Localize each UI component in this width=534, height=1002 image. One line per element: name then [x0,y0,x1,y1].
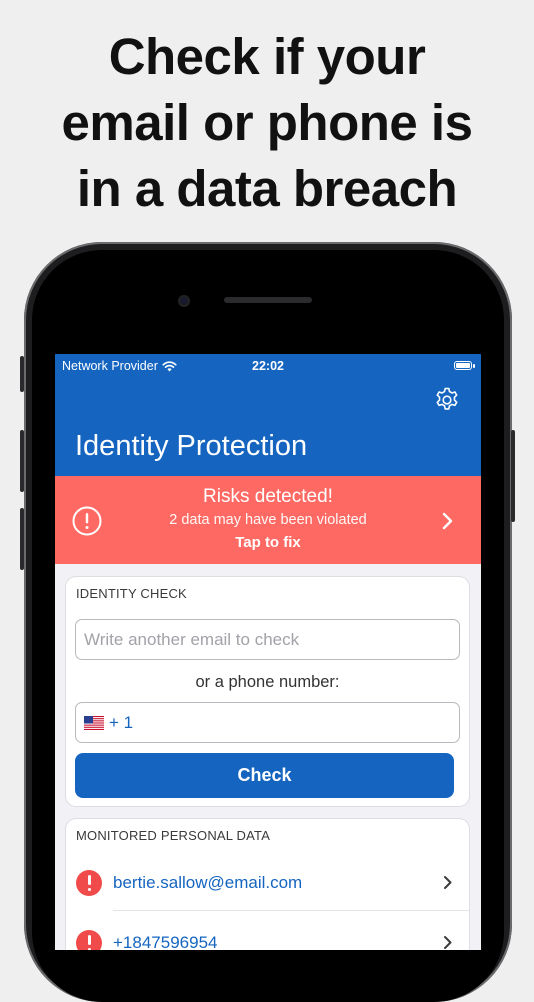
identity-check-card: IDENTITY CHECK or a phone number: + 1 Ch… [66,577,469,806]
headline-line-1: Check if your [108,28,426,85]
power-button [511,430,515,522]
status-bar: Network Provider 22:02 [55,354,481,380]
volume-down-button [20,508,24,570]
volume-up-button [20,430,24,492]
identity-check-title: IDENTITY CHECK [76,586,187,601]
front-camera [178,295,190,307]
alert-texts: Risks detected! 2 data may have been vio… [105,486,431,551]
gear-icon[interactable] [433,386,461,414]
check-button[interactable]: Check [75,753,454,798]
chevron-right-icon [444,876,452,889]
monitored-item[interactable]: bertie.sallow@email.com [66,855,469,911]
risk-alert-banner[interactable]: Risks detected! 2 data may have been vio… [55,476,481,564]
email-input[interactable] [75,619,460,660]
clock: 22:02 [252,359,284,373]
phone-country-code: + 1 [109,713,134,732]
headline-line-2: email or phone is [61,94,473,151]
mute-switch [20,356,24,392]
phone-label: or a phone number: [195,673,340,691]
headline-line-3: in a data breach [76,160,458,217]
earpiece-speaker [224,297,312,303]
monitored-data-card: MONITORED PERSONAL DATA bertie.sallow@em… [66,819,469,950]
app-screen: Network Provider 22:02 Identity Protecti… [55,354,481,950]
exclamation-circle-icon [72,506,102,536]
us-flag-icon [84,716,104,730]
phone-number-input[interactable]: + 1 [75,702,460,743]
monitored-data-title: MONITORED PERSONAL DATA [76,828,271,843]
alert-subtitle: 2 data may have been violated [169,512,367,528]
chevron-right-icon [442,512,453,530]
alert-title: Risks detected! [203,486,333,507]
promo-headline: Check if your email or phone is in a dat… [0,24,534,222]
chevron-right-icon [444,936,452,949]
alert-icon [76,930,102,950]
monitored-value: bertie.sallow@email.com [113,873,303,892]
battery-icon [454,361,475,370]
page-title: Identity Protection [75,430,308,462]
monitored-item[interactable]: +1847596954 [66,915,469,950]
alert-icon [76,870,102,896]
alert-action: Tap to fix [235,534,301,551]
navigation-bar: Network Provider 22:02 Identity Protecti… [55,354,481,476]
row-divider [113,910,469,911]
monitored-value: +1847596954 [113,933,218,950]
